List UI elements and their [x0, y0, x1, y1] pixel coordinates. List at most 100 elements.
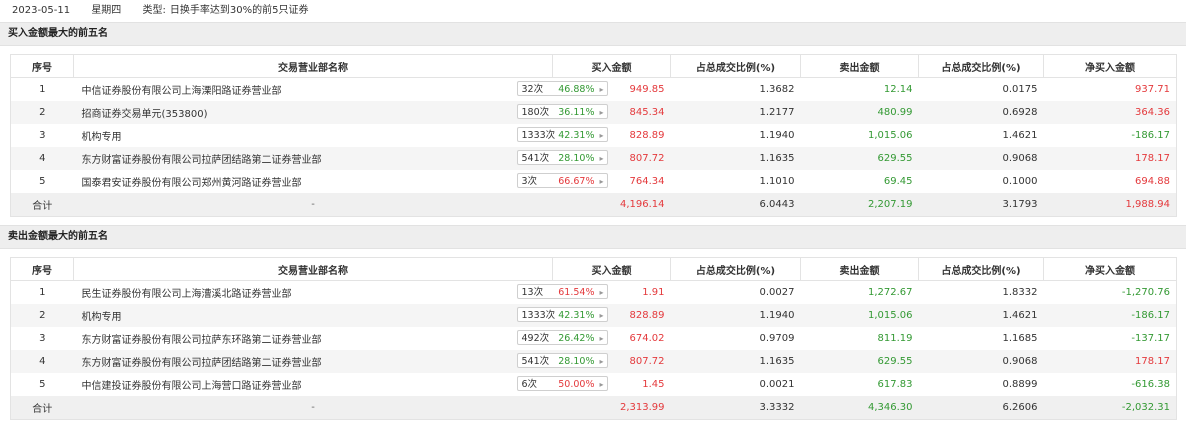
col-header-net[interactable]: 净买入金额 — [1043, 54, 1177, 78]
branch-name-link[interactable]: 民生证券股份有限公司上海漕溪北路证券营业部 — [82, 289, 292, 300]
table-row: 4 东方财富证券股份有限公司拉萨团结路第二证券营业部 541次 28.10% ▸ 807.… — [10, 147, 1177, 170]
row-index: 1 — [39, 287, 46, 298]
sell-ratio: 1.8332 — [1002, 287, 1038, 298]
net-buy-amount: -137.17 — [1131, 333, 1170, 344]
total-sell-amount: 2,207.19 — [800, 193, 919, 217]
listing-count: 180次 — [521, 107, 550, 118]
col-header-sell[interactable]: 卖出金额 — [800, 257, 919, 281]
branch-stats-badge[interactable]: 13次 61.54% ▸ — [516, 284, 608, 299]
chevron-right-icon: ▸ — [599, 108, 604, 117]
table-row: 5 国泰君安证券股份有限公司郑州黄河路证券营业部 3次 66.67% ▸ 764.34 1.… — [11, 170, 1177, 193]
branch-name-link[interactable]: 机构专用 — [82, 132, 122, 143]
total-net-buy-amount: 1,988.94 — [1043, 193, 1177, 217]
branch-name-link[interactable]: 东方财富证券股份有限公司拉萨东环路第二证券营业部 — [82, 335, 322, 346]
sell-ratio: 0.9068 — [918, 147, 1044, 170]
total-buy-amount: 2,313.99 — [552, 396, 671, 420]
chevron-right-icon: ▸ — [599, 131, 604, 140]
sell-ratio: 0.8899 — [1002, 379, 1038, 390]
table-header-row: 序号 交易营业部名称 买入金额 占总成交比例(%) 卖出金额 占总成交比例(%)… — [10, 257, 1177, 281]
total-branch-placeholder: - — [73, 396, 553, 420]
branch-cell: 机构专用 1333次 42.31% ▸ — [74, 124, 608, 147]
row-index: 4 — [10, 147, 74, 170]
top-info-bar: 2023-05-11 星期四 类型: 日换手率达到30%的前5只证券 — [0, 0, 1186, 22]
total-row: 合计 -4,196.14 6.0443 2,207.19 3.1793 1,988.94 — [10, 193, 1177, 217]
branch-name-link[interactable]: 国泰君安证券股份有限公司郑州黄河路证券营业部 — [82, 178, 302, 189]
branch-name-link[interactable]: 招商证券交易单元(353800) — [82, 109, 208, 120]
win-rate: 42.31% — [558, 130, 595, 141]
col-header-sell-ratio[interactable]: 占总成交比例(%) — [918, 54, 1044, 78]
table-row: 5 中信建投证券股份有限公司上海营口路证券营业部 6次 50.00% ▸ 1.45 0.00… — [11, 373, 1177, 396]
row-index: 1 — [39, 84, 46, 95]
total-buy-ratio: 6.0443 — [670, 193, 801, 217]
buy-ratio: 0.0021 — [759, 379, 795, 390]
col-header-buy[interactable]: 买入金额 — [552, 54, 671, 78]
branch-stats-badge[interactable]: 1333次 42.31% ▸ — [516, 307, 608, 322]
branch-cell: 东方财富证券股份有限公司拉萨团结路第二证券营业部 541次 28.10% ▸ — [73, 147, 608, 170]
branch-stats-badge[interactable]: 3次 66.67% ▸ — [516, 173, 608, 188]
branch-stats-badge[interactable]: 541次 28.10% ▸ — [516, 353, 608, 368]
branch-stats-badge[interactable]: 32次 46.88% ▸ — [516, 81, 608, 96]
net-buy-amount: -186.17 — [1131, 130, 1170, 141]
table-header-row: 序号 交易营业部名称 买入金额 占总成交比例(%) 卖出金额 占总成交比例(%)… — [10, 54, 1177, 78]
win-rate: 66.67% — [558, 176, 595, 187]
branch-name-link[interactable]: 东方财富证券股份有限公司拉萨团结路第二证券营业部 — [82, 155, 322, 166]
buy-ratio: 1.3682 — [759, 84, 795, 95]
win-rate: 61.54% — [558, 287, 595, 298]
branch-name-link[interactable]: 东方财富证券股份有限公司拉萨团结路第二证券营业部 — [82, 358, 322, 369]
win-rate: 28.10% — [558, 153, 595, 164]
col-header-branch: 交易营业部名称 — [73, 54, 553, 78]
row-index: 2 — [10, 101, 74, 124]
sell-ratio: 0.1000 — [1002, 176, 1038, 187]
win-rate: 36.11% — [558, 107, 595, 118]
sell-amount: 1,015.06 — [800, 304, 919, 327]
col-header-sell[interactable]: 卖出金额 — [800, 54, 919, 78]
col-header-buy-ratio[interactable]: 占总成交比例(%) — [670, 257, 801, 281]
row-index: 3 — [39, 130, 46, 141]
row-index: 5 — [39, 176, 46, 187]
col-header-buy-ratio[interactable]: 占总成交比例(%) — [670, 54, 801, 78]
chevron-right-icon: ▸ — [599, 380, 604, 389]
total-sell-ratio: 3.1793 — [918, 193, 1044, 217]
branch-stats-badge[interactable]: 1333次 42.31% ▸ — [516, 127, 608, 142]
chevron-right-icon: ▸ — [599, 311, 604, 320]
trade-date: 2023-05-11 — [12, 5, 71, 16]
buy-ratio: 0.9709 — [759, 333, 795, 344]
win-rate: 46.88% — [558, 84, 595, 95]
net-buy-amount: -1,270.76 — [1121, 287, 1170, 298]
buy-ratio: 1.1635 — [670, 147, 801, 170]
chevron-right-icon: ▸ — [599, 288, 604, 297]
sell-amount: 12.14 — [883, 84, 913, 95]
branch-stats-badge[interactable]: 6次 50.00% ▸ — [516, 376, 608, 391]
branch-stats-badge[interactable]: 492次 26.42% ▸ — [516, 330, 608, 345]
total-row: 合计 -2,313.99 3.3332 4,346.30 6.2606 -2,032.31 — [10, 396, 1177, 420]
chevron-right-icon: ▸ — [599, 357, 604, 366]
sell-amount: 69.45 — [883, 176, 913, 187]
net-buy-amount: -616.38 — [1131, 379, 1170, 390]
listing-count: 1333次 — [521, 310, 556, 321]
win-rate: 26.42% — [558, 333, 595, 344]
buy-top5-table: 序号 交易营业部名称 买入金额 占总成交比例(%) 卖出金额 占总成交比例(%)… — [10, 54, 1177, 217]
branch-cell: 机构专用 1333次 42.31% ▸ — [73, 304, 608, 327]
branch-stats-badge[interactable]: 180次 36.11% ▸ — [516, 104, 608, 119]
branch-name-link[interactable]: 机构专用 — [82, 312, 122, 323]
total-buy-ratio: 3.3332 — [670, 396, 801, 420]
table-row: 1 民生证券股份有限公司上海漕溪北路证券营业部 13次 61.54% ▸ 1.91 0.00… — [11, 281, 1177, 305]
col-header-sell-ratio[interactable]: 占总成交比例(%) — [918, 257, 1044, 281]
listing-count: 541次 — [521, 356, 550, 367]
branch-stats-badge[interactable]: 541次 28.10% ▸ — [516, 150, 608, 165]
net-buy-amount: 364.36 — [1043, 101, 1177, 124]
sell-ratio: 1.4621 — [1002, 130, 1038, 141]
col-header-buy[interactable]: 买入金额 — [552, 257, 671, 281]
col-header-net[interactable]: 净买入金额 — [1043, 257, 1177, 281]
sell-amount: 1,272.67 — [867, 287, 913, 298]
branch-name-link[interactable]: 中信建投证券股份有限公司上海营口路证券营业部 — [82, 381, 302, 392]
branch-name-link[interactable]: 中信证券股份有限公司上海溧阳路证券营业部 — [82, 86, 282, 97]
buy-ratio: 1.1940 — [670, 304, 801, 327]
total-label: 合计 — [10, 193, 74, 217]
win-rate: 28.10% — [558, 356, 595, 367]
sell-amount: 1,015.06 — [867, 130, 913, 141]
branch-cell: 民生证券股份有限公司上海漕溪北路证券营业部 13次 61.54% ▸ — [74, 281, 608, 305]
net-buy-amount: 937.71 — [1135, 84, 1170, 95]
col-header-index: 序号 — [10, 257, 74, 281]
listing-count: 541次 — [521, 153, 550, 164]
